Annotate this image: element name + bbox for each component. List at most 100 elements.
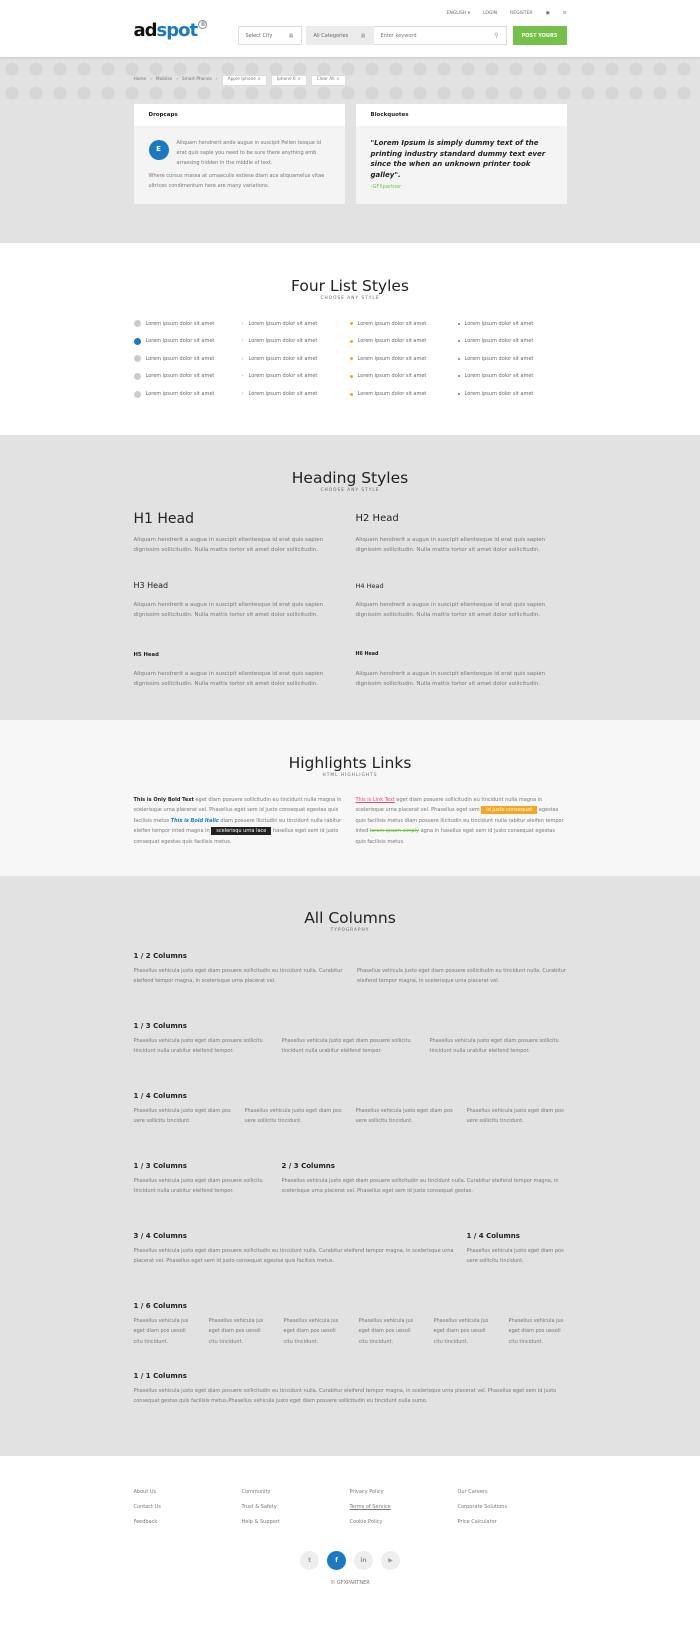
heading-cell-h4: H4 Head Aliquam hendrerit a augue in susc… bbox=[356, 579, 567, 648]
highlighted-text: id justo consequat bbox=[481, 806, 538, 815]
column-text: Phasellus vehicula justo eget diam posue… bbox=[133, 1037, 263, 1055]
column-heading: 1 / 3 Columns bbox=[133, 1161, 187, 1170]
site-logo[interactable]: adspot ® bbox=[134, 17, 208, 46]
footer-link-about[interactable]: About Us bbox=[134, 1485, 242, 1500]
circle-bullet-icon bbox=[133, 390, 141, 398]
column: Phasellus vehicula jus eget diam pos ues… bbox=[434, 1301, 491, 1348]
column-text: Phasellus vehicula justo eget diam posue… bbox=[133, 1247, 454, 1265]
columns-third: 1 / 3 Columns Phasellus vehicula justo eg… bbox=[134, 1021, 567, 1091]
column: Phasellus vehicula jus eget diam pos ues… bbox=[284, 1301, 341, 1348]
column: 2 / 3 Columns Phasellus vehicula justo eg… bbox=[282, 1161, 567, 1197]
footer-link-privacy[interactable]: Privacy Policy bbox=[350, 1485, 458, 1500]
column-text: Phasellus vehicula jus eget diam pos ues… bbox=[433, 1317, 489, 1345]
list-item: › Lorem ipsum dolor sit amet bbox=[242, 350, 350, 368]
cart-icon[interactable]: ▣ bbox=[545, 10, 549, 17]
column-text: Phasellus vehicula jus eget diam pos ues… bbox=[133, 1317, 189, 1345]
column-heading: 3 / 4 Columns bbox=[133, 1231, 187, 1240]
filter-chip-iphone6[interactable]: Iphone 6 × bbox=[270, 75, 307, 86]
footer-link-cookie[interactable]: Cookie Policy bbox=[350, 1515, 458, 1530]
breadcrumb: Home › Mobiles › Smart Phones › Apple Iphon… bbox=[134, 75, 346, 86]
column-heading: 1 / 4 Columns bbox=[133, 1091, 187, 1100]
list-item: Lorem ipsum dolor sit amet bbox=[133, 368, 242, 386]
blockquote-author[interactable]: -GFXpartner bbox=[371, 183, 402, 191]
square-bullet-icon bbox=[457, 340, 460, 343]
list-item-text: Lorem ipsum dolor sit amet bbox=[145, 338, 215, 345]
dropcaps-text: Aliquam hendrerit ande augue in suscipit… bbox=[176, 140, 322, 166]
footer-link-corporate[interactable]: Corporate Solutions bbox=[458, 1500, 566, 1515]
dot-bullet-icon bbox=[349, 357, 353, 361]
category-select[interactable]: All Categories ▦ bbox=[305, 26, 374, 45]
footer-link-terms[interactable]: Terms of Service bbox=[350, 1500, 458, 1515]
search-icon[interactable]: ⚲ bbox=[494, 31, 498, 41]
list-item-text: Lorem ipsum dolor sit amet bbox=[464, 391, 534, 398]
heading-grid: H1 Head Aliquam hendrerit a augue in susc… bbox=[134, 510, 567, 717]
column: Phasellus vehicula justo eget diam pos u… bbox=[356, 1091, 456, 1127]
columns-row: 3 / 4 Columns Phasellus vehicula justo eg… bbox=[134, 1231, 567, 1267]
highlights-left: This is Only Bold Text eget diam posuere… bbox=[134, 795, 345, 848]
dot-bullet-icon bbox=[349, 339, 353, 343]
bold-italic-text: This is Bold Italic bbox=[170, 817, 219, 824]
section-title: Heading Styles bbox=[291, 469, 409, 487]
section-title: Four List Styles bbox=[291, 277, 409, 295]
youtube-icon[interactable]: ▶ bbox=[381, 1551, 400, 1570]
city-select[interactable]: Select City ▦ bbox=[237, 26, 302, 45]
footer-link-careers[interactable]: Our Careers bbox=[458, 1485, 566, 1500]
blockquote-title: Blockquotes bbox=[355, 104, 567, 126]
category-select-value: All Categories bbox=[313, 32, 349, 39]
column-text: Phasellus vehicula jus eget diam pos ues… bbox=[208, 1317, 264, 1345]
twitter-icon[interactable]: t bbox=[300, 1551, 319, 1570]
section-subtitle: TYPOGRAPHY bbox=[330, 928, 370, 933]
footer-link-help[interactable]: Help & Support bbox=[242, 1515, 350, 1530]
list-item-text: Lorem ipsum dolor sit amet bbox=[145, 391, 215, 398]
search-bar: Select City ▦ All Categories ▦ Enter keywo… bbox=[237, 26, 507, 45]
column: 1 / 6 Columns Phasellus vehicula jus eget… bbox=[134, 1301, 191, 1348]
post-ad-button[interactable]: POST YOURS bbox=[512, 26, 567, 45]
list-item-text: Lorem ipsum dolor sit amet bbox=[248, 338, 318, 345]
breadcrumb-smartphones[interactable]: Smart Phones bbox=[182, 77, 212, 84]
city-select-value: Select City bbox=[245, 32, 273, 39]
blockquote-card: Blockquotes "Lorem Ipsum is simply dummy… bbox=[355, 104, 567, 204]
login-link[interactable]: LOGIN bbox=[483, 10, 497, 17]
square-bullet-icon bbox=[457, 375, 460, 378]
chevron-right-icon: › bbox=[241, 338, 244, 345]
section-subtitle: HTML HIGHLIGHTS bbox=[322, 773, 378, 778]
square-bullet-icon bbox=[457, 393, 460, 396]
keyword-input[interactable]: Enter keyword ⚲ bbox=[373, 26, 507, 45]
language-menu[interactable]: ENGLISH ▾ bbox=[447, 10, 470, 17]
columns-row: 1 / 3 Columns Phasellus vehicula justo eg… bbox=[134, 1021, 567, 1057]
list-item: › Lorem ipsum dolor sit amet bbox=[242, 332, 350, 350]
column-heading: 1 / 3 Columns bbox=[133, 1021, 187, 1030]
clear-all-chip[interactable]: Clear All × bbox=[310, 75, 346, 86]
column: 1 / 4 Columns Phasellus vehicula justo eg… bbox=[467, 1231, 567, 1267]
columns-row: 1 / 4 Columns Phasellus vehicula justo eg… bbox=[134, 1091, 567, 1127]
heading-paragraph: Aliquam hendrerit a augue in suscipit el… bbox=[133, 670, 324, 687]
footer-link-trust[interactable]: Trust & Safety bbox=[242, 1500, 350, 1515]
column-text: Phasellus vehicula justo eget diam posue… bbox=[133, 1177, 263, 1195]
footer-link-contact[interactable]: Contact Us bbox=[134, 1500, 242, 1515]
breadcrumb-mobiles[interactable]: Mobiles bbox=[156, 77, 172, 84]
list-item: Lorem ipsum dolor sit amet bbox=[457, 385, 566, 403]
menu-icon[interactable]: ≡ bbox=[563, 10, 567, 17]
section-title: Highlights Links bbox=[288, 754, 412, 772]
column: 1 / 2 Columns Phasellus vehicula justo eg… bbox=[134, 951, 344, 987]
footer-link-feedback[interactable]: Feedback bbox=[134, 1515, 242, 1530]
filter-chip-apple[interactable]: Apple Iphone × bbox=[221, 75, 267, 86]
banner-section: Home › Mobiles › Smart Phones › Apple Iphon… bbox=[0, 57, 700, 243]
register-link[interactable]: REGISTER bbox=[510, 10, 532, 17]
footer-link-community[interactable]: Community bbox=[242, 1485, 350, 1500]
column: Phasellus vehicula justo eget diam posue… bbox=[357, 951, 567, 987]
heading-paragraph: Aliquam hendrerit a augue in suscipit el… bbox=[355, 601, 546, 618]
facebook-icon[interactable]: f bbox=[327, 1551, 346, 1570]
heading-h1: H1 Head bbox=[133, 510, 195, 527]
logo-mark: ® bbox=[198, 20, 208, 29]
column-heading: 1 / 4 Columns bbox=[466, 1231, 520, 1240]
breadcrumb-home[interactable]: Home bbox=[134, 77, 147, 84]
columns-sixth: 1 / 6 Columns Phasellus vehicula jus eget… bbox=[134, 1301, 567, 1371]
link-text[interactable]: This is Link Text bbox=[356, 797, 395, 803]
footer-link-price[interactable]: Price Calculator bbox=[458, 1515, 566, 1530]
list-item: Lorem ipsum dolor sit amet bbox=[349, 332, 458, 350]
column-heading: 1 / 1 Columns bbox=[133, 1371, 187, 1380]
linkedin-icon[interactable]: in bbox=[354, 1551, 373, 1570]
heading-h4: H4 Head bbox=[355, 581, 384, 590]
list-item-text: Lorem ipsum dolor sit amet bbox=[357, 373, 427, 380]
